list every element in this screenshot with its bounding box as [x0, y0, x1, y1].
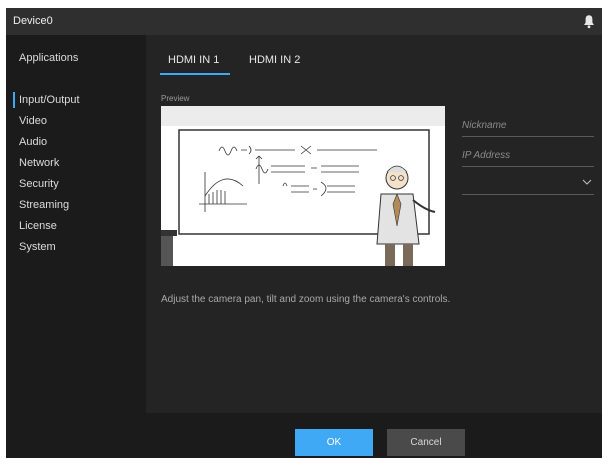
chevron-down-icon — [582, 179, 592, 185]
sidebar-item-license[interactable]: License — [19, 220, 57, 232]
tab-hdmi-in-1[interactable]: HDMI IN 1 — [168, 54, 219, 66]
title-bar: Device0 — [6, 8, 602, 35]
sidebar-item-system[interactable]: System — [19, 241, 56, 253]
camera-preview — [161, 106, 445, 266]
cancel-button[interactable]: Cancel — [387, 429, 465, 456]
sidebar-item-streaming[interactable]: Streaming — [19, 199, 69, 211]
nickname-input[interactable] — [462, 115, 594, 136]
ok-button[interactable]: OK — [295, 429, 373, 456]
main-panel: HDMI IN 1 HDMI IN 2 Preview Adjust the c… — [146, 35, 602, 413]
device-window: Device0 Applications Input/Output Video … — [6, 8, 602, 458]
ip-address-field — [462, 145, 594, 167]
sidebar-item-applications[interactable]: Applications — [19, 52, 78, 64]
bell-icon[interactable] — [583, 14, 595, 29]
ip-address-input[interactable] — [462, 145, 594, 166]
active-tab-indicator — [160, 73, 230, 75]
window-title: Device0 — [13, 15, 53, 27]
sidebar-item-input-output[interactable]: Input/Output — [13, 92, 80, 108]
tab-hdmi-in-2[interactable]: HDMI IN 2 — [249, 54, 300, 66]
sidebar-item-network[interactable]: Network — [19, 157, 59, 169]
dropdown-select[interactable] — [462, 173, 594, 195]
sidebar-item-audio[interactable]: Audio — [19, 136, 47, 148]
nickname-field — [462, 115, 594, 137]
sidebar: Applications Input/Output Video Audio Ne… — [6, 35, 146, 458]
preview-illustration — [161, 106, 445, 266]
help-text: Adjust the camera pan, tilt and zoom usi… — [161, 294, 451, 305]
sidebar-item-video[interactable]: Video — [19, 115, 47, 127]
dialog-footer: OK Cancel — [146, 413, 602, 458]
sidebar-item-security[interactable]: Security — [19, 178, 59, 190]
preview-label: Preview — [161, 94, 190, 103]
